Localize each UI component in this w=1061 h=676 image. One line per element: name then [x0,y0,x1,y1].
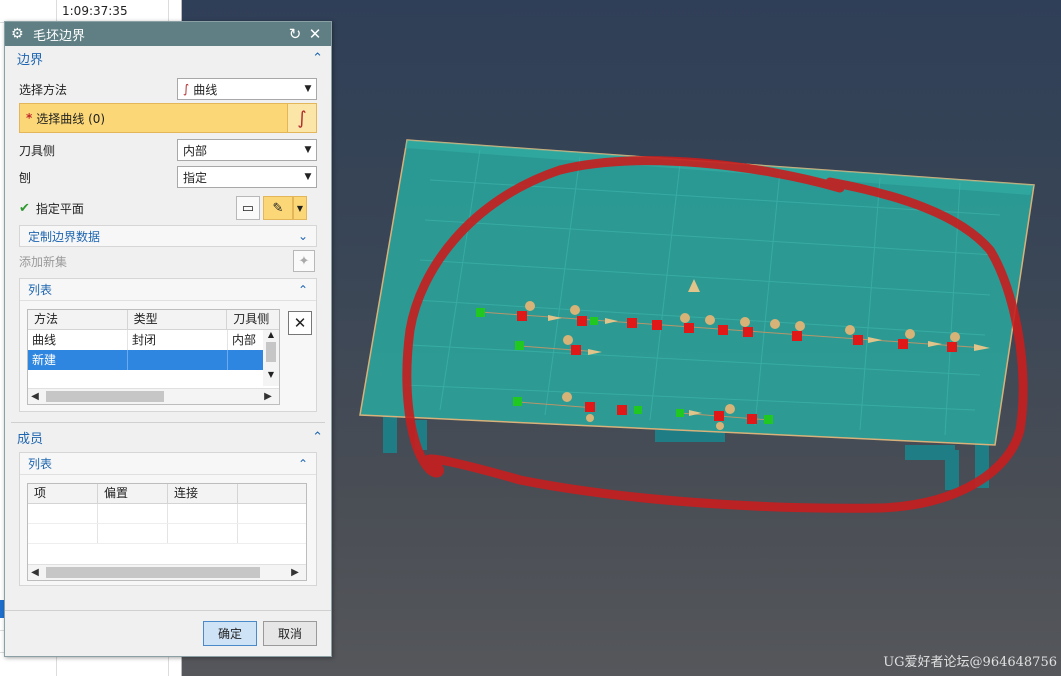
scroll-right-icon[interactable]: ▶ [284,567,306,578]
scroll-down-icon[interactable]: ▼ [263,370,279,382]
empty-row [28,524,306,544]
dialog-title: 毛坯边界 [33,28,86,44]
boundary-section-header[interactable]: 边界 ⌃ [5,46,331,70]
boundary-list-table[interactable]: 方法 类型 刀具侧 曲线 封闭 内部 新建 ▲ ▼ ◀ ▶ [27,309,280,405]
add-new-set-label: 添加新集 [19,254,68,269]
select-method-dropdown[interactable]: ∫ 曲线 ▼ [177,78,317,100]
plane-dropdown[interactable]: 指定 ▼ [177,166,317,188]
select-method-label: 选择方法 [19,82,68,97]
chevron-down-icon: ▼ [304,172,312,182]
select-curve-button[interactable]: ∫ [287,103,317,133]
collapse-chevron-icon[interactable]: ⌃ [312,51,323,66]
custom-boundary-data-label: 定制边界数据 [28,229,101,244]
table-row[interactable]: 曲线 封闭 内部 [28,330,279,350]
close-icon[interactable]: ✕ [305,25,325,43]
boundary-list-header[interactable]: 列表 ⌃ [20,279,316,301]
specify-plane-label: 指定平面 [35,201,84,216]
plane-options-dropdown-icon[interactable]: ▼ [292,196,307,220]
boundary-section-title: 边界 [17,52,44,68]
blank-boundary-dialog: ⚙ 毛坯边界 ↻ ✕ 边界 ⌃ 选择方法 ∫ 曲线 ▼ * 选择曲线 (0) ∫… [4,21,332,657]
members-list-panel: 列表 ⌃ 项 偏置 连接 ◀ ▶ [19,452,317,586]
curve-icon: ∫ [297,107,307,129]
tool-side-dropdown[interactable]: 内部 ▼ [177,139,317,161]
boundary-list-panel: 列表 ⌃ 方法 类型 刀具侧 曲线 封闭 内部 新建 ▲ ▼ ◀ ▶ ✕ [19,278,317,412]
dialog-footer: 确定 取消 [5,610,331,656]
boundary-list-title: 列表 [28,283,53,297]
gear-icon: ⚙ [11,26,24,42]
scroll-thumb[interactable] [46,567,260,578]
close-x-icon: ✕ [293,314,307,332]
time-cell: 1:09:37:35 [62,4,128,18]
select-curve-row[interactable]: * 选择曲线 (0) ∫ [19,103,317,133]
scroll-thumb[interactable] [46,391,164,402]
add-new-set-button[interactable]: ✦ [293,250,315,272]
scroll-thumb[interactable] [266,342,276,362]
select-curve-label: 选择曲线 (0) [36,111,106,126]
plane-dialog-button[interactable]: ▭ [235,196,260,220]
watermark: UG爱好者论坛@964648756 [883,655,1057,670]
scroll-right-icon[interactable]: ▶ [257,391,279,402]
cancel-button[interactable]: 取消 [263,621,317,646]
members-list-table[interactable]: 项 偏置 连接 ◀ ▶ [27,483,307,581]
horizontal-scrollbar[interactable]: ◀ ▶ [28,564,306,580]
chevron-down-icon: ▼ [304,145,312,155]
table-row-selected[interactable]: 新建 [28,350,279,370]
plane-list-button[interactable]: ✎ [262,196,293,220]
expand-chevron-icon[interactable]: ⌄ [298,229,308,243]
vertical-scrollbar[interactable]: ▲ ▼ [263,330,279,386]
curve-icon: ∫ [183,82,190,96]
members-list-header[interactable]: 列表 ⌃ [20,453,316,475]
members-list-title: 列表 [28,457,53,471]
collapse-chevron-icon[interactable]: ⌃ [298,457,308,471]
edit-plane-icon: ✎ [272,200,284,216]
ok-button[interactable]: 确定 [203,621,257,646]
members-section-title: 成员 [17,431,44,447]
collapse-chevron-icon[interactable]: ⌃ [312,430,323,445]
horizontal-scrollbar[interactable]: ◀ ▶ [28,388,279,404]
column-header-type[interactable]: 类型 [128,310,228,329]
members-section-header[interactable]: 成员 ⌃ [5,425,331,449]
checkmark-icon: ✔ [19,200,30,216]
reset-icon[interactable]: ↻ [285,25,305,43]
custom-boundary-data-header[interactable]: 定制边界数据 ⌄ [19,225,317,247]
dialog-titlebar[interactable]: ⚙ 毛坯边界 ↻ ✕ [5,22,331,46]
sparkle-plus-icon: ✦ [298,253,310,269]
column-header-tool-side[interactable]: 刀具侧 [227,310,279,329]
required-star-icon: * [26,111,33,125]
scroll-left-icon[interactable]: ◀ [28,567,42,578]
plane-icon: ▭ [241,200,255,216]
empty-row [28,504,306,524]
plane-label: 刨 [19,170,32,185]
chevron-down-icon: ▼ [304,84,312,94]
column-header-item[interactable]: 项 [28,484,98,503]
column-header-connect[interactable]: 连接 [168,484,238,503]
delete-item-button[interactable]: ✕ [288,311,312,335]
scroll-left-icon[interactable]: ◀ [28,391,42,402]
tool-side-label: 刀具侧 [19,143,56,158]
column-header-method[interactable]: 方法 [28,310,128,329]
scroll-up-icon[interactable]: ▲ [263,330,279,342]
collapse-chevron-icon[interactable]: ⌃ [298,283,308,297]
column-header-offset[interactable]: 偏置 [98,484,168,503]
